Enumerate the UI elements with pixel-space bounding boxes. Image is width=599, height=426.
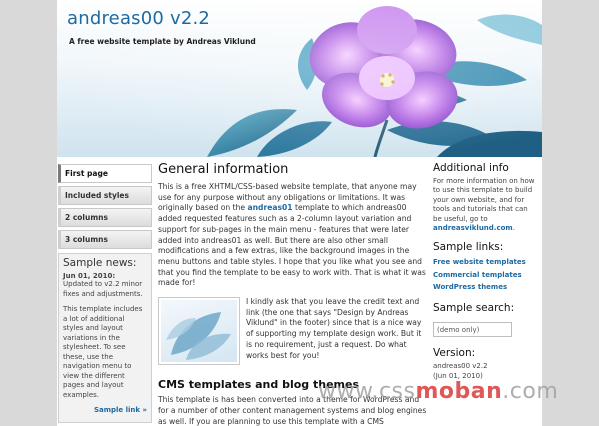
watermark-prefix: www.css [318, 379, 416, 404]
link-free-website-templates[interactable]: Free website templates [433, 256, 537, 269]
additional-info-text: For more information on how to use this … [433, 177, 537, 233]
flower-thumbnail-image [158, 297, 240, 366]
right-sidebar: Additional info For more information on … [433, 162, 537, 389]
additional-info-body: For more information on how to use this … [433, 177, 535, 223]
watermark-accent: moban [415, 379, 503, 404]
version-title: Version: [433, 347, 476, 360]
news-title: Sample news: [63, 257, 137, 269]
andreasviklund-link[interactable]: andreasviklund.com [433, 224, 513, 232]
nav-item-3-columns[interactable]: 3 columns [58, 230, 152, 249]
site-title[interactable]: andreas00 v2.2 [67, 8, 210, 29]
left-sidebar: First page Included styles 2 columns 3 c… [58, 164, 152, 423]
watermark-suffix: .com [502, 379, 559, 404]
nav-item-2-columns[interactable]: 2 columns [58, 208, 152, 227]
nav-item-included-styles[interactable]: Included styles [58, 186, 152, 205]
news-text-styles: This template includes a lot of addition… [63, 305, 143, 399]
news-text-update: Updated to v2.2 minor fixes and adjustme… [63, 280, 143, 298]
intro-paragraph: This is a free XHTML/CSS-based website t… [158, 182, 428, 289]
image-paragraph-row: I kindly ask that you leave the credit t… [158, 297, 428, 369]
thumbnail-art [161, 300, 237, 363]
news-box: Sample news: Jun 01, 2010: Updated to v2… [58, 253, 152, 423]
page: andreas00 v2.2 A free website template b… [57, 0, 542, 426]
news-date: Jun 01, 2010: [63, 272, 116, 280]
link-wordpress-themes[interactable]: WordPress themes [433, 281, 537, 294]
sample-links-list: Free website templates Commercial templa… [433, 256, 537, 294]
header-banner: andreas00 v2.2 A free website template b… [57, 0, 542, 157]
additional-info-period: . [512, 224, 515, 233]
sample-search-title: Sample search: [433, 301, 515, 314]
sample-links-title: Sample links: [433, 241, 504, 254]
site-slogan: A free website template by Andreas Viklu… [69, 37, 256, 46]
additional-info-title: Additional info [433, 162, 509, 174]
andreas01-link[interactable]: andreas01 [248, 203, 293, 212]
intro-text-end: template to which andreas00 added reques… [158, 203, 426, 288]
watermark: www.cssmoban.com [318, 379, 558, 404]
nav-item-first-page[interactable]: First page [58, 164, 152, 183]
credit-paragraph: I kindly ask that you leave the credit t… [246, 297, 422, 360]
news-sample-link[interactable]: Sample link » [63, 406, 147, 414]
version-number: andreas00 v2.2 [433, 362, 488, 371]
link-commercial-templates[interactable]: Commercial templates [433, 269, 537, 282]
page-title: General information [158, 162, 289, 177]
search-input[interactable] [433, 322, 512, 338]
